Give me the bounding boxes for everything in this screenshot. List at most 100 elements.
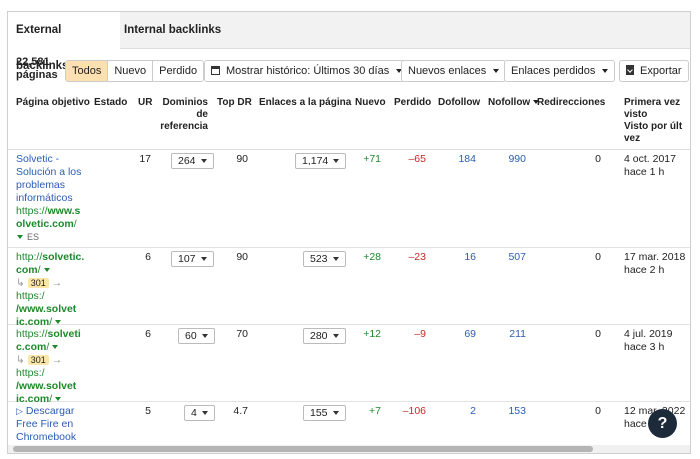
ref-domains-dropdown[interactable]: 264 [171, 153, 214, 169]
page-count-unit: páginas [16, 69, 58, 81]
tab-external-backlinks[interactable]: External backlinks [8, 12, 120, 72]
help-button[interactable]: ? [648, 409, 677, 438]
title-line: Solución a los [16, 166, 82, 178]
col-ur[interactable]: UR [138, 97, 152, 109]
col-first-last-seen[interactable]: Primera vez visto Visto por últ vez [624, 97, 682, 145]
col-status[interactable]: Estado [94, 97, 127, 109]
links-dropdown[interactable]: 155 [303, 405, 346, 421]
col-ref-domains-line1: Dominios [162, 97, 208, 108]
redirect-url-part[interactable]: /www.solvet [16, 380, 88, 393]
links-dropdown[interactable]: 1,174 [295, 153, 347, 169]
url-part: www.s [47, 205, 81, 217]
dofollow-value[interactable]: 184 [443, 153, 476, 166]
dofollow-value[interactable]: 16 [443, 251, 476, 264]
chevron-down-icon [201, 411, 208, 416]
top-dr-value: 90 [236, 153, 248, 165]
col-dofollow[interactable]: Dofollow [438, 97, 480, 109]
export-button[interactable]: Exportar [619, 60, 689, 82]
url-part: https:// [16, 205, 48, 217]
links-value: 1,174 [302, 155, 329, 167]
new-links-dropdown[interactable]: Nuevos enlaces [401, 60, 507, 82]
redirect-code-badge: 301 [27, 278, 49, 288]
target-cell: https://solveti c.com/ ↳ 301 → https:/ /… [16, 328, 88, 406]
chevron-down-icon[interactable] [55, 397, 62, 402]
arrow-icon: → [51, 277, 63, 289]
play-icon: ▷ [16, 406, 23, 416]
ref-domains-dropdown[interactable]: 107 [171, 251, 214, 267]
nofollow-value[interactable]: 211 [493, 328, 526, 341]
nofollow-value[interactable]: 990 [493, 153, 526, 166]
seen-cell: 17 mar. 2018 hace 2 h [624, 251, 685, 277]
tab-internal-backlinks[interactable]: Internal backlinks [116, 12, 229, 48]
chevron-down-icon [201, 334, 208, 339]
nofollow-value[interactable]: 507 [493, 251, 526, 264]
links-dropdown[interactable]: 280 [303, 328, 346, 344]
chevron-down-icon[interactable] [43, 268, 50, 273]
target-url-link[interactable]: https://solveti [16, 328, 88, 341]
col-target[interactable]: Página objetivo [16, 97, 90, 109]
lost-links-label: Enlaces perdidos [511, 65, 596, 77]
dofollow-value[interactable]: 69 [443, 328, 476, 341]
filter-lost-button[interactable]: Perdido [153, 61, 204, 81]
horizontal-scrollbar[interactable] [8, 445, 690, 453]
col-top-dr[interactable]: Top DR [217, 97, 252, 109]
language-badge: ES [27, 232, 40, 242]
target-url-link[interactable]: https://www.s [16, 205, 88, 218]
redirect-url-part[interactable]: https:/ [16, 290, 45, 302]
links-dropdown[interactable]: 523 [303, 251, 346, 267]
col-lost[interactable]: Perdido [394, 97, 431, 109]
ur-value: 6 [145, 251, 151, 263]
ref-domains-value: 4 [191, 407, 197, 419]
target-title-link[interactable]: Solvetic - Solución a los problemas info… [16, 153, 88, 205]
ref-domains-value: 60 [185, 330, 197, 342]
history-dropdown[interactable]: Mostrar histórico: Últimos 30 días [204, 60, 410, 82]
col-new[interactable]: Nuevo [355, 97, 386, 109]
col-ref-domains[interactable]: Dominios de referencia [156, 97, 208, 133]
title-line: Solvetic - [16, 153, 60, 165]
url-line: c.com/ [16, 341, 88, 354]
lost-value: –65 [408, 153, 426, 165]
lost-value: –9 [414, 328, 426, 340]
scrollbar-thumb[interactable] [13, 446, 593, 452]
col-redirects[interactable]: Redirecciones [537, 97, 605, 109]
target-title-link[interactable]: ▷ Descargar Free Fire en Chromebook [16, 405, 88, 444]
new-value: +7 [369, 405, 381, 417]
links-value: 280 [310, 330, 328, 342]
redirect-url-part[interactable]: /www.solvet [16, 303, 88, 316]
table-row: https://solveti c.com/ ↳ 301 → https:/ /… [8, 325, 690, 405]
nofollow-value[interactable]: 153 [493, 405, 526, 418]
lost-links-dropdown[interactable]: Enlaces perdidos [504, 60, 616, 82]
first-seen-value: 17 mar. 2018 [624, 251, 686, 263]
url-part: solvetic. [42, 251, 85, 263]
tab-bar: External backlinks Internal backlinks [8, 12, 690, 72]
redirect-line: ↳ 301 → https:/ [16, 354, 88, 380]
lang-line: ES [16, 231, 88, 244]
first-seen-value: 4 jul. 2019 [624, 328, 673, 340]
col-links[interactable]: Enlaces a la página [259, 97, 351, 109]
ref-domains-dropdown[interactable]: 4 [184, 405, 215, 421]
chevron-down-icon[interactable] [17, 235, 23, 240]
url-part: / [73, 218, 77, 230]
url-part: solveti [47, 328, 81, 340]
page-count-number: 22,581 [16, 56, 50, 68]
chevron-down-icon [602, 69, 609, 74]
dofollow-value[interactable]: 2 [443, 405, 476, 418]
title-line: Chromebook [16, 431, 77, 443]
new-value: +28 [363, 251, 381, 263]
new-links-label: Nuevos enlaces [408, 65, 487, 77]
filter-all-button[interactable]: Todos [66, 61, 109, 81]
calendar-icon [211, 66, 220, 75]
target-cell: Solvetic - Solución a los problemas info… [16, 153, 88, 244]
col-nofollow[interactable]: Nofollow [488, 97, 540, 109]
top-dr-value: 4.7 [233, 405, 248, 417]
url-part: olvetic.com [16, 218, 74, 230]
seen-cell: 4 jul. 2019 hace 3 h [624, 328, 672, 354]
chevron-down-icon[interactable] [55, 320, 62, 325]
filter-new-button[interactable]: Nuevo [108, 61, 154, 81]
col-nofollow-label: Nofollow [488, 97, 531, 108]
target-url-link[interactable]: http://solvetic. [16, 251, 88, 264]
chevron-down-icon[interactable] [52, 345, 59, 350]
target-cell: http://solvetic. com/ ↳ 301 → https:/ /w… [16, 251, 88, 329]
redirect-url-part[interactable]: https:/ [16, 367, 45, 379]
ref-domains-dropdown[interactable]: 60 [178, 328, 215, 344]
